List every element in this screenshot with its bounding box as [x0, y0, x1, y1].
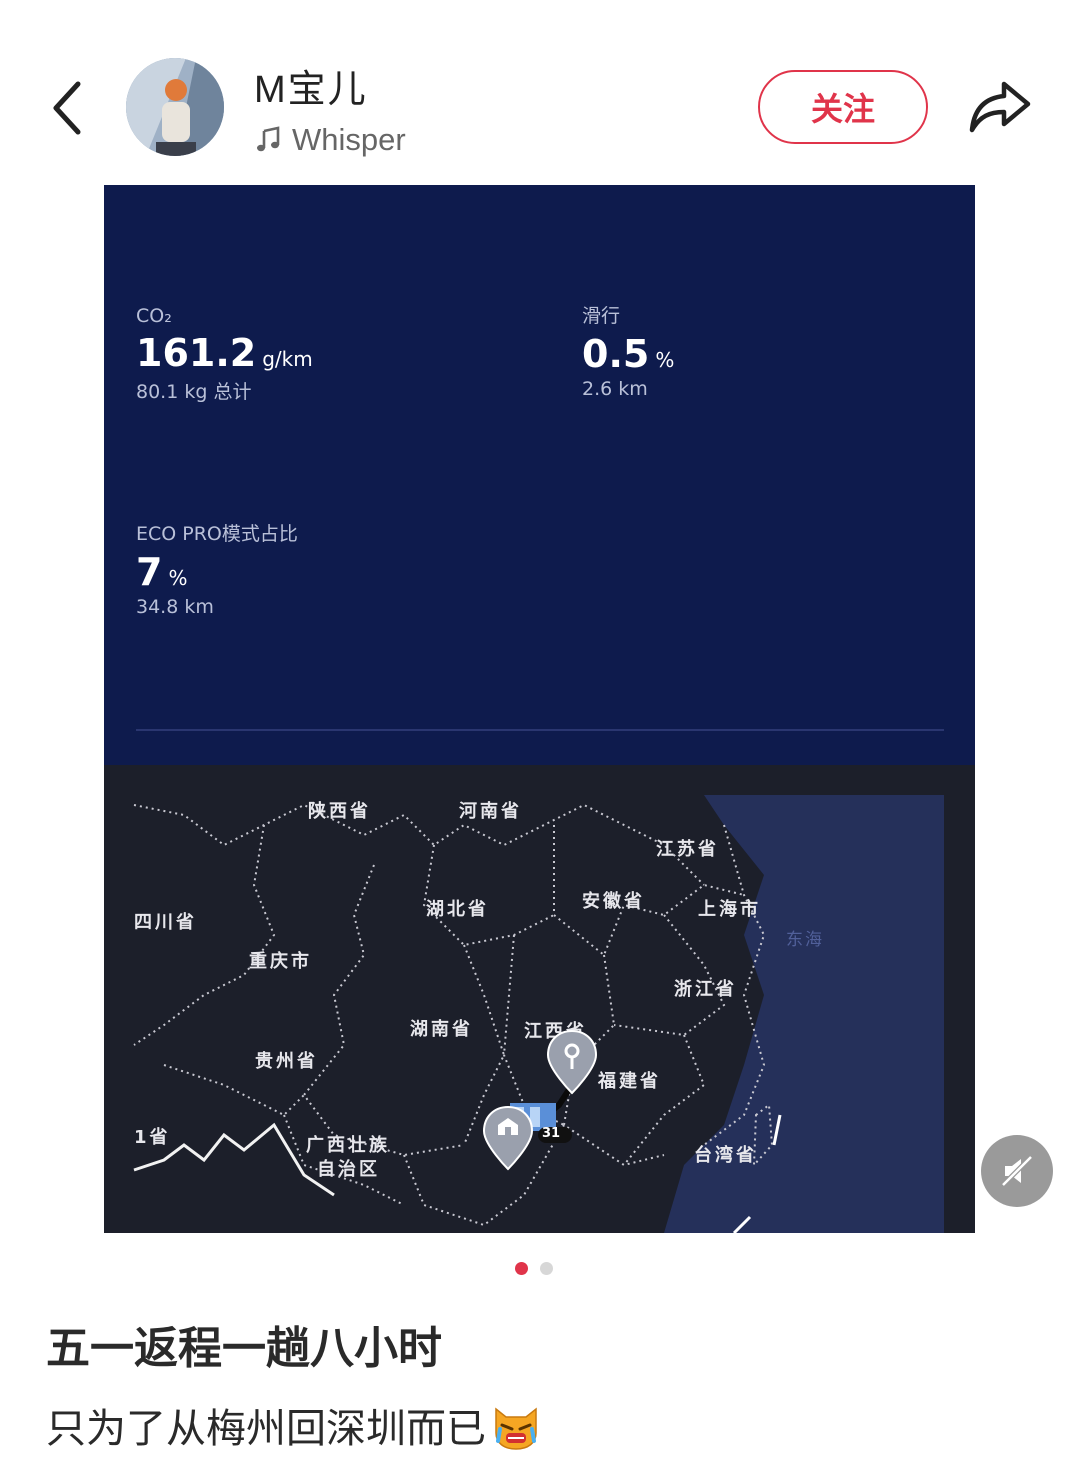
music-title: Whisper [292, 122, 406, 157]
post-header: M宝儿 Whisper 关注 [0, 0, 1080, 180]
map-label-guizhou: 贵州省 [255, 1051, 318, 1072]
map-label-guangxi-2: 自治区 [317, 1159, 380, 1180]
map-label-hubei: 湖北省 [426, 899, 489, 920]
map-label-henan: 河南省 [459, 801, 522, 822]
share-button[interactable] [966, 74, 1034, 140]
map-label-taiwan: 台湾省 [694, 1145, 757, 1166]
co2-stat: CO₂ 161.2 g/km 80.1 kg 总计 [136, 305, 313, 404]
eco-pro-label: ECO PRO模式占比 [136, 523, 298, 545]
avatar-image [126, 58, 224, 156]
music-tag[interactable]: Whisper [254, 120, 406, 160]
eco-pro-distance: 34.8 km [136, 596, 214, 618]
route-flag-badge: 31 [542, 1126, 561, 1141]
username[interactable]: M宝儿 [254, 58, 368, 113]
map-label-fujian: 福建省 [598, 1071, 661, 1092]
map-label-zhejiang: 浙江省 [674, 979, 737, 1000]
eco-pro-unit: % [168, 566, 188, 590]
post-image[interactable]: CO₂ 161.2 g/km 80.1 kg 总计 滑行 0.5 % 2.6 k… [104, 185, 975, 1233]
mute-button[interactable] [981, 1135, 1053, 1207]
co2-unit: g/km [262, 347, 313, 371]
eco-pro-value: 7 [136, 550, 163, 594]
map-label-east-sea: 东海 [786, 930, 824, 950]
post-title: 五一返程一趟八小时 [46, 1323, 442, 1374]
map-label-guangxi: 广西壮族 [306, 1135, 390, 1156]
coast-stat: 滑行 0.5 % 2.6 km [582, 301, 674, 400]
map-label-hunan: 湖南省 [410, 1019, 473, 1040]
page-dot-1[interactable] [515, 1262, 528, 1275]
map-background [133, 795, 944, 1233]
coast-value: 0.5 [582, 332, 650, 376]
chevron-left-icon [53, 81, 81, 135]
avatar[interactable] [126, 58, 224, 156]
post-body-line: 只为了从梅州回深圳而已 [46, 1396, 542, 1454]
map-label-chongqing: 重庆市 [249, 951, 312, 972]
map-label-anhui: 安徽省 [582, 891, 645, 912]
co2-total: 80.1 kg 总计 [136, 381, 252, 403]
map-label-jiangsu: 江苏省 [656, 839, 719, 860]
location-pin-icon [546, 1029, 598, 1095]
image-pagination [515, 1262, 565, 1275]
map-label-shaanxi: 陕西省 [308, 801, 371, 822]
co2-label: CO₂ [136, 305, 172, 327]
home-pin-icon [482, 1105, 534, 1171]
map-label-yunnan: 1省 [134, 1127, 171, 1148]
back-button[interactable] [44, 72, 104, 142]
post-body: 只为了从梅州回深圳而已 [46, 1406, 486, 1452]
panel-divider [136, 729, 944, 731]
music-note-icon [257, 126, 280, 152]
coast-unit: % [655, 348, 675, 372]
eco-pro-stat: ECO PRO模式占比 7 % 34.8 km [136, 519, 298, 618]
driving-stats-panel: CO₂ 161.2 g/km 80.1 kg 总计 滑行 0.5 % 2.6 k… [104, 185, 975, 765]
map-label-shanghai: 上海市 [698, 899, 761, 920]
co2-value: 161.2 [136, 331, 257, 375]
crying-cat-emoji [495, 1407, 537, 1450]
mute-speaker-icon [1001, 1155, 1033, 1187]
follow-button[interactable]: 关注 [758, 70, 928, 144]
map-label-sichuan: 四川省 [134, 912, 197, 933]
route-map: 陕西省 河南省 江苏省 四川省 湖北省 安徽省 上海市 东海 重庆市 浙江省 湖… [104, 765, 975, 1233]
coast-label: 滑行 [582, 305, 621, 327]
page-dot-2[interactable] [540, 1262, 553, 1275]
share-arrow-icon [969, 81, 1031, 133]
coast-distance: 2.6 km [582, 378, 648, 400]
